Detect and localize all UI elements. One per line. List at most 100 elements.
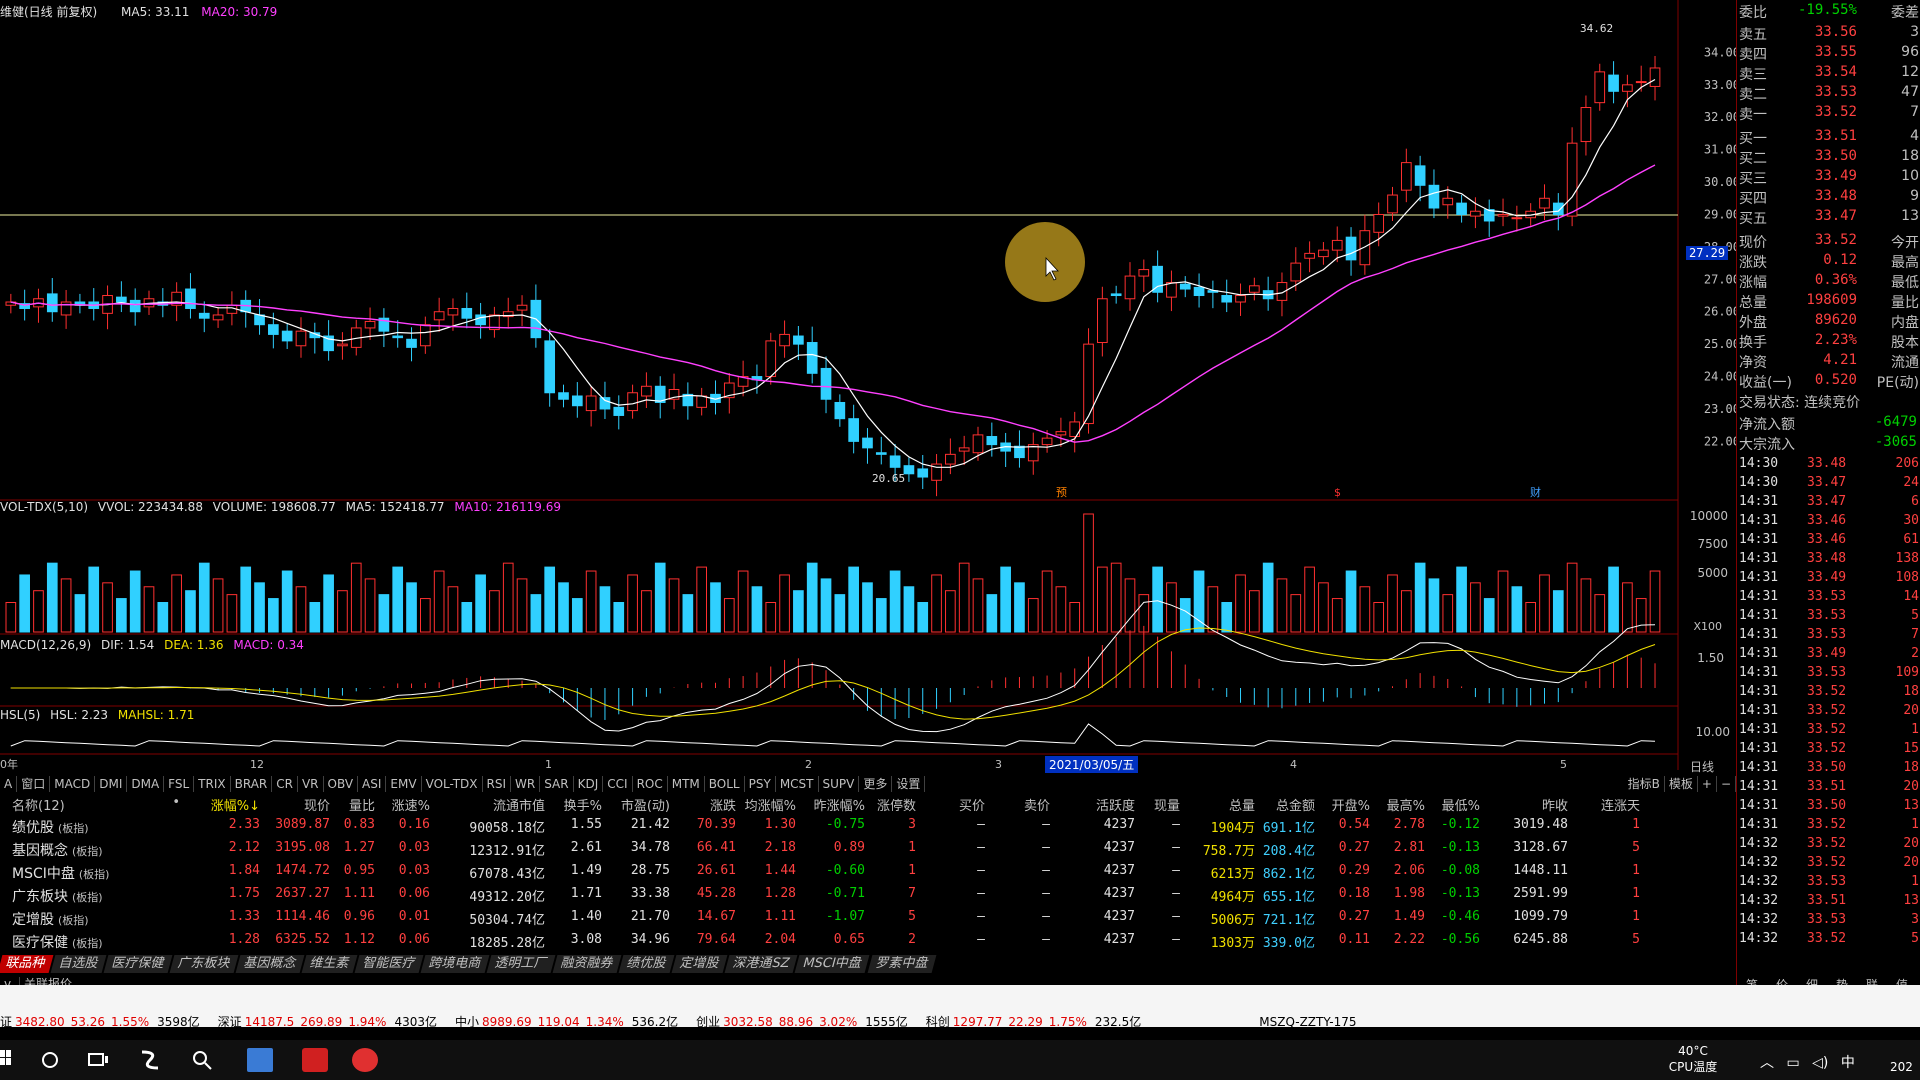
table-header-cell[interactable]: 总量 (1195, 795, 1255, 814)
start-icon[interactable] (0, 1048, 26, 1072)
table-header-cell[interactable]: 涨幅%↓ (210, 795, 260, 814)
table-header-cell[interactable]: 均涨幅% (736, 795, 796, 814)
kline-chart-area[interactable]: 34.0033.0032.0031.0030.0029.0028.0027.00… (0, 0, 1736, 792)
table-header-cell[interactable]: 涨停数 (860, 795, 916, 814)
table-row[interactable]: 绩优股 (板指) 2.33 3089.87 0.83 0.16 90058.18亿 1.55 2… (0, 815, 1736, 838)
table-header-cell[interactable]: 卖价 (1010, 795, 1050, 814)
index-item[interactable]: 科创 1297.77 22.29 1.75% 232.5亿 (926, 1015, 1141, 1029)
sector-tab[interactable]: 联品种 (0, 955, 54, 973)
period-label[interactable]: 日线 (1690, 758, 1714, 775)
table-header-cell[interactable]: 昨涨幅% (805, 795, 865, 814)
table-header-cell[interactable]: 现价 (275, 795, 330, 814)
sector-tab[interactable]: 透明工厂 (486, 955, 556, 973)
indicator-tab[interactable]: VR (298, 776, 324, 792)
indicator-tab[interactable]: MACD (50, 776, 96, 792)
sector-tab[interactable]: 绩优股 (618, 955, 675, 973)
table-header-cell[interactable]: 现量 (1140, 795, 1180, 814)
indicator-tab[interactable]: CR (272, 776, 298, 792)
indicator-tab[interactable]: KDJ (574, 776, 604, 792)
indicator-tab[interactable]: MCST (776, 776, 819, 792)
sector-tab[interactable]: 智能医疗 (354, 955, 424, 973)
table-row[interactable]: 医疗保健 (板指) 1.28 6325.52 1.12 0.06 18285.28亿 3.08… (0, 930, 1736, 953)
table-row[interactable]: MSCI中盘 (板指) 1.84 1474.72 0.95 0.03 67078.43亿 1.… (0, 861, 1736, 884)
table-row[interactable]: 基因概念 (板指) 2.12 3195.08 1.27 0.03 12312.91亿 2.61… (0, 838, 1736, 861)
indicator-tab[interactable]: ROC (633, 776, 668, 792)
volume-icon[interactable]: ◁) (1812, 1055, 1828, 1071)
template-tab[interactable]: 指标B (1624, 776, 1665, 792)
indicator-tab[interactable]: ASI (358, 776, 387, 792)
indicator-tab[interactable]: OBV (324, 776, 359, 792)
event-mark[interactable]: 预 (1056, 486, 1067, 499)
indicator-tab[interactable]: 设置 (892, 776, 926, 792)
table-row[interactable]: 广东板块 (板指) 1.75 2637.27 1.11 0.06 49312.20亿 1.71… (0, 884, 1736, 907)
search-circle-icon[interactable] (38, 1048, 64, 1072)
table-header-cell[interactable]: • (160, 795, 180, 813)
sector-tab[interactable]: 深港通SZ (724, 955, 798, 973)
sector-tab[interactable]: MSCI中盘 (794, 955, 871, 973)
stock-app-icon[interactable] (302, 1048, 328, 1072)
table-header-cell[interactable]: 最高% (1370, 795, 1425, 814)
event-mark[interactable]: $ (1334, 486, 1341, 499)
table-header-cell[interactable]: 活跃度 (1075, 795, 1135, 814)
table-header-cell[interactable]: 开盘% (1315, 795, 1370, 814)
indicator-tab[interactable]: EMV (386, 776, 422, 792)
event-mark[interactable]: 财 (1530, 485, 1541, 499)
tray-up-icon[interactable]: ︿ (1760, 1055, 1774, 1071)
table-row[interactable]: 定增股 (板指) 1.33 1114.46 0.96 0.01 50304.74亿 1.40 2… (0, 907, 1736, 930)
index-item[interactable]: 中小 8989.69 119.04 1.34% 536.2亿 (455, 1015, 678, 1029)
index-item[interactable]: 证 3482.80 53.26 1.55% 3598亿 (0, 1015, 200, 1029)
indicator-tab[interactable]: CCI (603, 776, 633, 792)
table-header-cell[interactable]: 总金额 (1255, 795, 1315, 814)
sector-tab[interactable]: 定增股 (671, 955, 728, 973)
table-header-cell[interactable]: 最低% (1425, 795, 1480, 814)
table-header-cell[interactable]: 涨跌 (680, 795, 736, 814)
table-header-cell[interactable]: 涨速% (380, 795, 430, 814)
indicator-tab[interactable]: 更多 (859, 776, 893, 792)
sector-tab[interactable]: 罗素中盘 (867, 955, 937, 973)
indicator-tab[interactable]: MTM (668, 776, 705, 792)
indicator-tab[interactable]: TRIX (194, 776, 231, 792)
network-icon[interactable]: ▭ (1786, 1055, 1799, 1071)
sector-tab[interactable]: 融资融券 (552, 955, 622, 973)
indicator-tab[interactable]: DMI (95, 776, 128, 792)
indicator-tab[interactable]: 窗口 (17, 776, 51, 792)
tray-icons[interactable]: ︿ ▭ ◁) 中 (1760, 1052, 1855, 1072)
table-header-cell[interactable]: 连涨天 (1580, 795, 1640, 814)
indicator-tab[interactable]: RSI (483, 776, 512, 792)
indicator-tab[interactable]: BRAR (231, 776, 273, 792)
sector-tab[interactable]: 医疗保健 (103, 955, 173, 973)
indicator-tab[interactable]: VOL-TDX (422, 776, 483, 792)
index-item[interactable]: 深证 14187.5 269.89 1.94% 4303亿 (218, 1015, 437, 1029)
table-header-cell[interactable]: 量比 (330, 795, 375, 814)
indicator-tab[interactable]: PSY (745, 776, 776, 792)
index-item[interactable]: 创业 3032.58 88.96 3.02% 1555亿 (696, 1015, 908, 1029)
app-s-icon[interactable] (138, 1048, 164, 1072)
table-header-cell[interactable]: 市盈(动) (610, 795, 670, 814)
sector-tab[interactable]: 维生素 (301, 955, 358, 973)
indicator-tab[interactable]: DMA (127, 776, 165, 792)
table-header-cell[interactable]: 名称(12) (12, 795, 132, 814)
sector-tab[interactable]: 广东板块 (169, 955, 239, 973)
sector-tab[interactable]: 基因概念 (235, 955, 305, 973)
sector-tab[interactable]: 自选股 (50, 955, 107, 973)
indicator-tab[interactable]: FSL (164, 776, 195, 792)
task-view-icon[interactable] (86, 1048, 112, 1072)
table-header-cell[interactable]: 昨收 (1488, 795, 1568, 814)
template-tab[interactable]: + (1698, 776, 1717, 792)
indicator-tab[interactable]: BOLL (705, 776, 745, 792)
indicator-tab[interactable]: WR (511, 776, 541, 792)
table-header-cell[interactable]: 换手% (552, 795, 602, 814)
template-tab[interactable]: − (1717, 776, 1736, 792)
indicator-tab[interactable]: A (0, 776, 18, 792)
browser-icon[interactable] (352, 1048, 378, 1072)
kline-chart-svg[interactable]: 34.0033.0032.0031.0030.0029.0028.0027.00… (0, 0, 1736, 790)
explorer-icon[interactable] (247, 1048, 273, 1072)
table-header-cell[interactable]: 流通市值 (440, 795, 545, 814)
magnifier-icon[interactable] (190, 1048, 216, 1072)
ime-indicator[interactable]: 中 (1841, 1055, 1855, 1071)
indicator-tab[interactable]: SAR (540, 776, 574, 792)
indicator-tab[interactable]: SUPV (819, 776, 860, 792)
template-tab[interactable]: 模板 (1665, 776, 1698, 792)
sector-tab[interactable]: 跨境电商 (420, 955, 490, 973)
table-header-cell[interactable]: 买价 (945, 795, 985, 814)
